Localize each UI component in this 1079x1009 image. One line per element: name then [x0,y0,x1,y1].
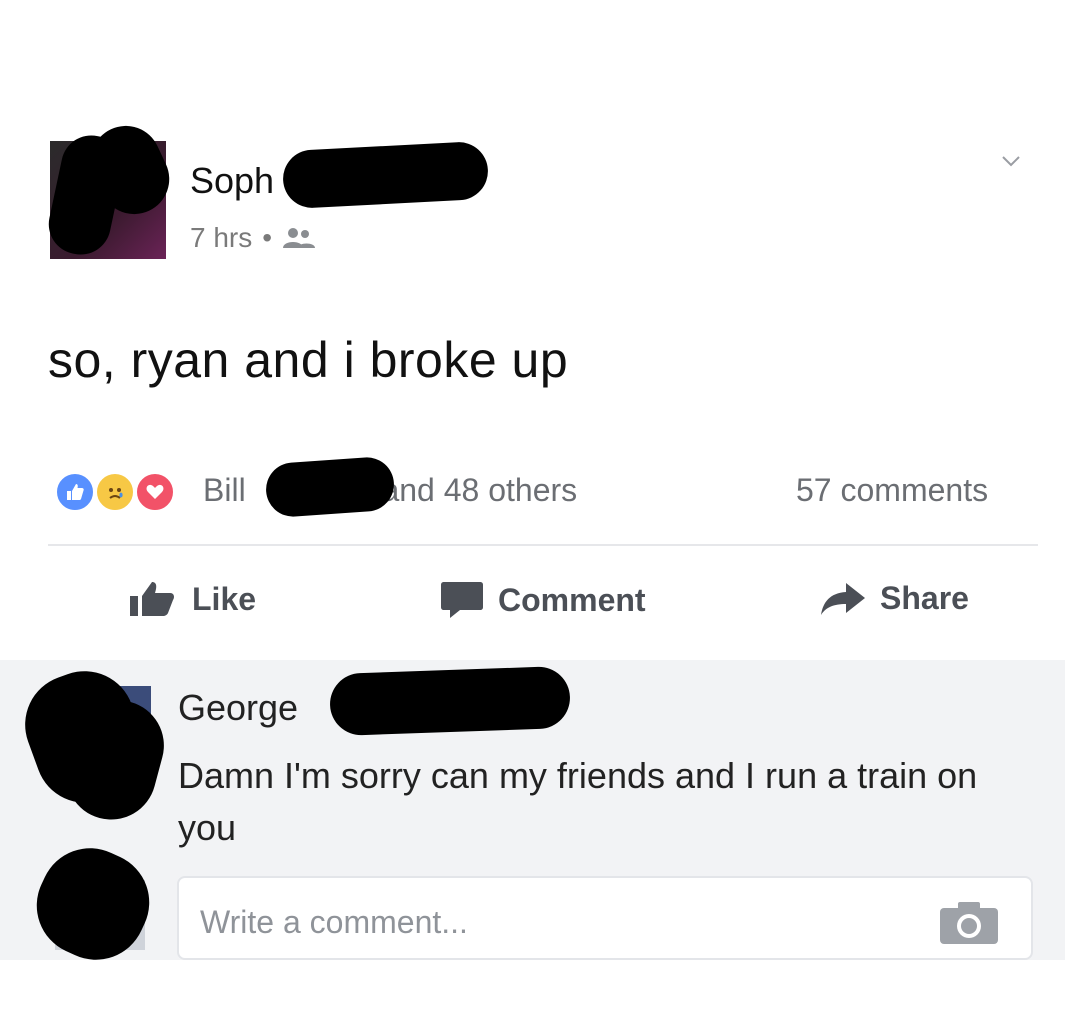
sad-reaction-icon[interactable] [94,471,136,513]
commenter-name[interactable]: George [178,687,298,729]
comment-input-placeholder: Write a comment... [200,904,468,940]
post-timestamp[interactable]: 7 hrs [190,222,252,254]
reaction-names-prefix: Bill [203,472,246,508]
share-button[interactable]: Share [820,580,969,617]
redaction-scribble [264,455,396,519]
comment-bubble-icon [441,582,483,618]
like-button[interactable]: Like [128,580,256,618]
friends-icon [283,228,316,248]
thumbs-up-icon [130,582,174,616]
redaction-scribble [328,665,572,737]
share-label: Share [880,580,969,616]
comments-count[interactable]: 57 comments [796,472,988,509]
comment-button[interactable]: Comment [440,580,646,620]
comment-text: Damn I'm sorry can my friends and I run … [178,755,978,848]
like-reaction-icon[interactable] [54,471,96,513]
post-meta: 7 hrs • [190,222,316,254]
meta-separator: • [262,222,273,253]
redaction-scribble [281,140,490,210]
camera-icon[interactable] [938,900,1000,946]
page-bottom [0,960,1079,1009]
love-reaction-icon[interactable] [134,471,176,513]
post-text: so, ryan and i broke up [48,332,569,388]
comment-label: Comment [498,581,646,618]
divider [48,544,1038,546]
share-arrow-icon [821,582,865,615]
reaction-names-suffix: and 48 others [381,472,578,508]
post-author-name[interactable]: Soph [190,160,274,202]
chevron-down-icon[interactable] [1000,150,1022,172]
like-label: Like [192,580,257,617]
